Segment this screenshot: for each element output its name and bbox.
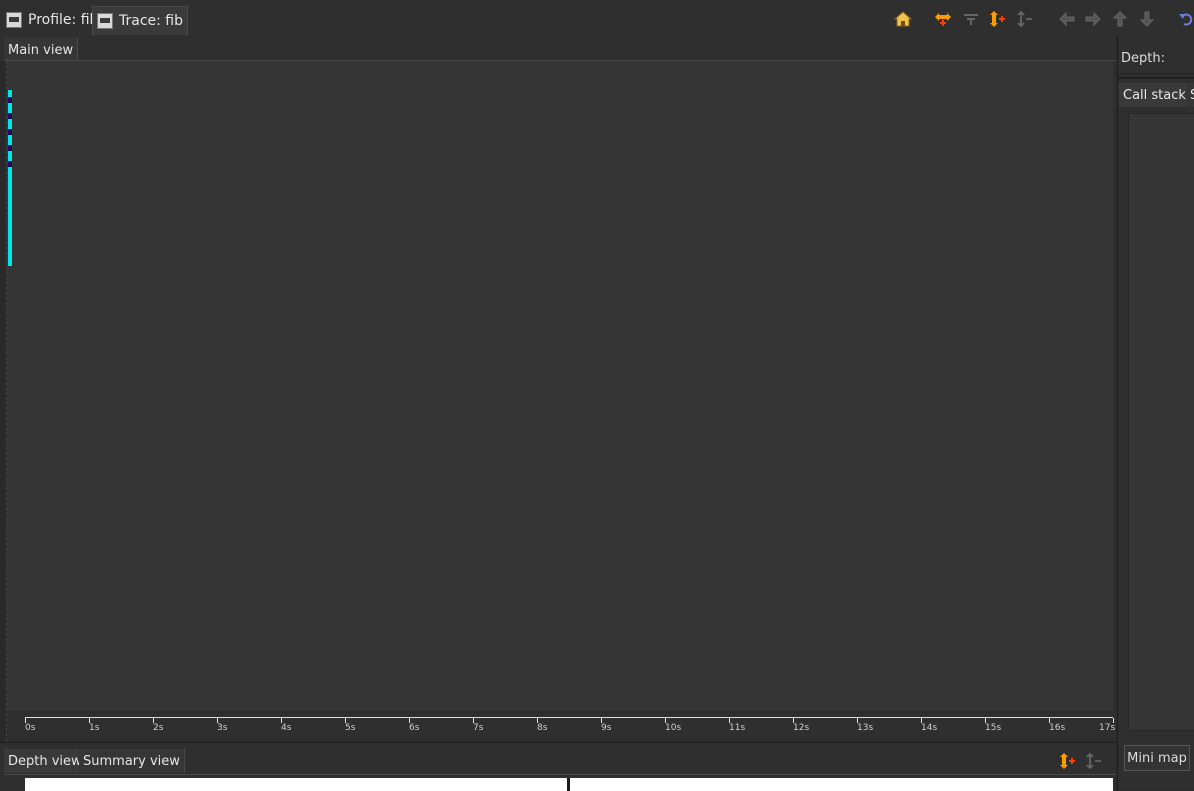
trace-gap	[8, 145, 12, 151]
axis-tick-label: 13s	[857, 723, 874, 733]
home-button[interactable]	[892, 8, 914, 30]
tab-summary-view[interactable]: Summary view	[79, 749, 185, 773]
zoom-out-horizontal-button[interactable]	[960, 8, 982, 30]
trace-gap	[8, 161, 12, 167]
axis-tick-label: 14s	[921, 723, 938, 733]
axis-tick-label: 0s	[25, 723, 36, 733]
bottom-panel: Depth view Summary view	[0, 742, 1116, 791]
axis-tick-label: 12s	[793, 723, 810, 733]
editor-tab-bar: Profile: fib Trace: fib	[0, 0, 1194, 38]
axis-tick-label: 1s	[89, 723, 100, 733]
editor-tab-profile[interactable]: Profile: fib	[2, 6, 102, 34]
tab-statistics[interactable]: S	[1186, 83, 1194, 107]
tab-label: Main view	[8, 42, 74, 58]
tab-label: Call stack	[1123, 87, 1186, 103]
zoom-out-vertical-button[interactable]	[1014, 8, 1036, 30]
undo-button[interactable]	[1177, 8, 1194, 30]
axis-tick-label: 4s	[281, 723, 292, 733]
depth-view-canvas-right[interactable]	[570, 778, 1113, 791]
axis-tick-label: 7s	[473, 723, 484, 733]
expand-horizontal-button[interactable]	[932, 8, 954, 30]
call-stack-table[interactable]	[1128, 113, 1194, 731]
down-button[interactable]	[1136, 8, 1158, 30]
axis-tick-label: 17s	[1099, 723, 1116, 733]
left-gutter	[0, 61, 7, 741]
axis-tick-label: 5s	[345, 723, 356, 733]
zoom-out-vertical-icon	[1017, 10, 1032, 28]
back-button[interactable]	[1056, 8, 1078, 30]
forward-button[interactable]	[1082, 8, 1104, 30]
axis-tick-label: 6s	[409, 723, 420, 733]
zoom-out-horizontal-icon	[964, 14, 978, 25]
depth-row: Depth:	[1119, 44, 1194, 74]
trace-gap	[8, 129, 12, 135]
tab-divider	[4, 774, 1116, 775]
depth-expand-vertical-button[interactable]	[1056, 750, 1078, 772]
axis-tick-label: 3s	[217, 723, 228, 733]
tab-mini-map[interactable]: Mini map	[1124, 745, 1190, 771]
expand-vertical-icon	[1060, 753, 1075, 769]
tab-label: Depth view	[8, 753, 82, 769]
time-axis-line	[25, 717, 1113, 718]
trace-gap	[8, 97, 12, 103]
tab-call-stack[interactable]: Call stack	[1119, 83, 1191, 107]
axis-tick-label: 16s	[1049, 723, 1066, 733]
right-panel: Depth: Call stack S Mini map	[1117, 37, 1194, 790]
hpc-trace-icon	[97, 13, 113, 29]
axis-tick-label: 2s	[153, 723, 164, 733]
arrow-down-icon	[1139, 11, 1155, 27]
zoom-out-vertical-icon	[1086, 752, 1101, 770]
axis-tick-label: 11s	[729, 723, 746, 733]
depth-zoom-out-vertical-button[interactable]	[1083, 750, 1105, 772]
divider	[1118, 77, 1194, 79]
tab-label: Mini map	[1127, 750, 1187, 766]
arrow-up-icon	[1112, 11, 1128, 27]
tab-depth-view[interactable]: Depth view	[4, 749, 87, 773]
arrow-left-icon	[1059, 11, 1075, 27]
hpc-profile-icon	[6, 12, 22, 28]
arrow-right-icon	[1085, 11, 1101, 27]
axis-tick-label: 8s	[537, 723, 548, 733]
expand-vertical-icon	[990, 11, 1005, 27]
tab-main-view[interactable]: Main view	[4, 38, 79, 62]
trace-canvas[interactable]	[7, 61, 1113, 711]
depth-label: Depth:	[1121, 51, 1165, 66]
depth-view-canvas[interactable]	[25, 778, 567, 791]
expand-vertical-button[interactable]	[986, 8, 1008, 30]
axis-tick-label: 9s	[601, 723, 612, 733]
undo-icon	[1178, 13, 1192, 26]
editor-tab-label: Profile: fib	[28, 12, 99, 28]
tab-label: S	[1190, 88, 1194, 103]
axis-tick-label: 15s	[985, 723, 1002, 733]
up-button[interactable]	[1109, 8, 1131, 30]
expand-horizontal-icon	[935, 13, 951, 26]
trace-gap	[8, 113, 12, 119]
home-icon	[894, 11, 912, 27]
tab-label: Summary view	[83, 753, 180, 769]
editor-tab-trace[interactable]: Trace: fib	[92, 6, 189, 35]
editor-tab-label: Trace: fib	[119, 13, 184, 29]
axis-tick-label: 10s	[665, 723, 682, 733]
